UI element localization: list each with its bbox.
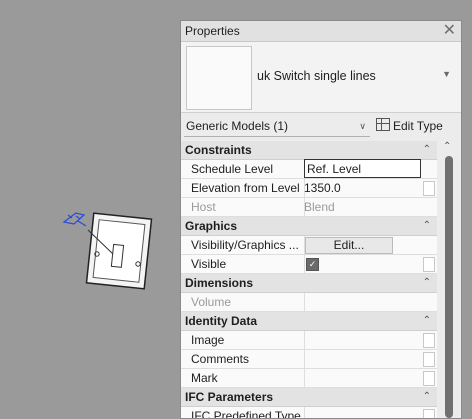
chevron-down-icon[interactable]: ▼ [442,69,451,79]
properties-scrollbar[interactable]: ⌃ [437,141,461,418]
associate-parameter-button[interactable] [423,409,435,418]
edit-type-icon [376,118,390,131]
property-row-elevation[interactable]: Elevation from Level 1350.0 [181,179,437,198]
property-label: Image [181,331,305,349]
volume-value [304,293,421,311]
host-workplane-icon[interactable] [62,212,87,227]
type-selector[interactable]: uk Switch single lines ▼ [181,42,461,113]
chevron-down-icon: ∨ [359,121,366,131]
group-label: Graphics [185,219,238,233]
palette-titlebar[interactable]: Properties ✕ [181,21,461,42]
visible-checkbox[interactable]: ✓ [306,258,319,271]
palette-title: Properties [185,24,240,38]
property-row-ifc-predefined-type[interactable]: IFC Predefined Type [181,407,437,418]
type-preview-image [186,46,252,110]
group-label: Dimensions [185,276,254,290]
associate-parameter-button[interactable] [423,181,435,196]
edit-type-button[interactable]: Edit Type [376,116,443,136]
scroll-up-icon[interactable]: ⌃ [443,141,451,152]
associate-parameter-button[interactable] [423,352,435,367]
property-label: Visibility/Graphics ... [181,236,305,254]
group-dimensions[interactable]: Dimensions ⌃ [181,274,437,293]
scrollbar-thumb[interactable] [445,156,453,418]
property-row-visible[interactable]: Visible ✓ [181,255,437,274]
group-graphics[interactable]: Graphics ⌃ [181,217,437,236]
property-row-host: Host Blend [181,198,437,217]
filter-row: Generic Models (1) ∨ Edit Type [181,113,461,142]
instance-filter-dropdown[interactable]: Generic Models (1) ∨ [184,116,370,137]
property-label: IFC Predefined Type [181,407,305,418]
host-value: Blend [304,200,335,214]
collapse-icon[interactable]: ⌃ [423,388,431,406]
property-label: Mark [181,369,305,387]
close-icon[interactable]: ✕ [443,21,456,41]
group-ifc-parameters[interactable]: IFC Parameters ⌃ [181,388,437,407]
collapse-icon[interactable]: ⌃ [423,274,431,292]
collapse-icon[interactable]: ⌃ [423,141,431,159]
switch-symbol[interactable] [85,212,153,290]
property-row-schedule-level[interactable]: Schedule Level Ref. Level [181,159,437,179]
group-label: Identity Data [185,314,258,328]
property-row-visibility-graphics[interactable]: Visibility/Graphics ... Edit... [181,236,437,255]
edit-type-label: Edit Type [393,119,443,133]
property-row-volume: Volume [181,293,437,312]
properties-grid: Constraints ⌃ Schedule Level Ref. Level … [181,141,461,418]
comments-field[interactable] [304,350,421,368]
group-constraints[interactable]: Constraints ⌃ [181,141,437,160]
group-label: Constraints [185,143,252,157]
image-field[interactable] [304,331,421,349]
property-row-comments[interactable]: Comments [181,350,437,369]
associate-parameter-button[interactable] [423,257,435,272]
property-label: Visible [181,255,305,273]
schedule-level-field[interactable]: Ref. Level [304,159,421,178]
elevation-field[interactable]: 1350.0 [304,179,421,197]
type-name: uk Switch single lines [257,69,376,83]
group-label: IFC Parameters [185,390,274,404]
property-label: Comments [181,350,305,368]
mark-field[interactable] [304,369,421,387]
filter-label: Generic Models (1) [186,119,289,133]
property-row-image[interactable]: Image [181,331,437,350]
edit-button[interactable]: Edit... [305,237,393,254]
collapse-icon[interactable]: ⌃ [423,217,431,235]
property-label: Host [181,198,305,216]
property-label: Schedule Level [181,160,305,178]
associate-parameter-button[interactable] [423,371,435,386]
property-label: Elevation from Level [181,179,305,197]
model-canvas[interactable] [0,0,180,417]
group-identity-data[interactable]: Identity Data ⌃ [181,312,437,331]
property-label: Volume [181,293,305,311]
collapse-icon[interactable]: ⌃ [423,312,431,330]
ifc-type-field[interactable] [304,407,421,418]
associate-parameter-button[interactable] [423,333,435,348]
property-row-mark[interactable]: Mark [181,369,437,388]
properties-palette: Properties ✕ uk Switch single lines ▼ Ge… [180,20,462,419]
